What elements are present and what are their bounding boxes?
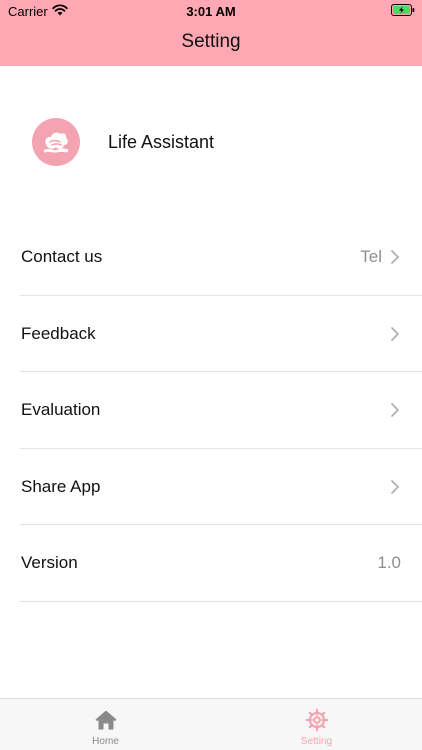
setting-label: Evaluation <box>21 400 101 419</box>
status-bar: Carrier 3:01 AM <box>0 0 422 22</box>
setting-label: Share App <box>21 476 101 496</box>
page-title: Setting <box>181 31 241 52</box>
tab-home[interactable]: Home <box>0 699 211 750</box>
share-app-row[interactable]: Share App <box>0 449 422 526</box>
version-row: Version 1.0 <box>0 525 422 602</box>
evaluation-row[interactable]: Evaluation <box>0 372 422 449</box>
chevron-right-icon <box>391 403 399 417</box>
app-info: Life Assistant <box>0 104 422 184</box>
header: Carrier 3:01 AM Setting <box>0 0 422 66</box>
version-value: 1.0 <box>377 553 401 572</box>
tab-bar: Home Setting <box>0 698 422 750</box>
chevron-right-icon <box>391 326 399 341</box>
tab-label: Home <box>92 736 119 747</box>
feedback-row[interactable]: Feedback <box>0 296 422 373</box>
setting-label: Version <box>21 553 78 572</box>
settings-screen: Carrier 3:01 AM Setting Life Assistant C… <box>0 0 422 750</box>
tab-label: Setting <box>300 736 333 747</box>
life-assistant-logo-icon <box>44 132 68 153</box>
tab-setting[interactable]: Setting <box>211 699 422 750</box>
setting-value: Tel <box>360 247 382 266</box>
chevron-right-icon <box>391 479 399 494</box>
settings-list: Contact us Tel Feedback Evaluation Share… <box>0 219 422 602</box>
status-time: 3:01 AM <box>186 4 236 19</box>
setting-label: Contact us <box>21 247 103 266</box>
app-name: Life Assistant <box>108 132 215 152</box>
gear-icon <box>305 708 329 732</box>
battery-charging-icon <box>391 4 415 16</box>
app-logo <box>32 118 80 166</box>
home-icon <box>95 710 117 730</box>
setting-label: Feedback <box>21 323 96 343</box>
chevron-right-icon <box>391 250 399 264</box>
contact-us-row[interactable]: Contact us Tel <box>0 219 422 296</box>
